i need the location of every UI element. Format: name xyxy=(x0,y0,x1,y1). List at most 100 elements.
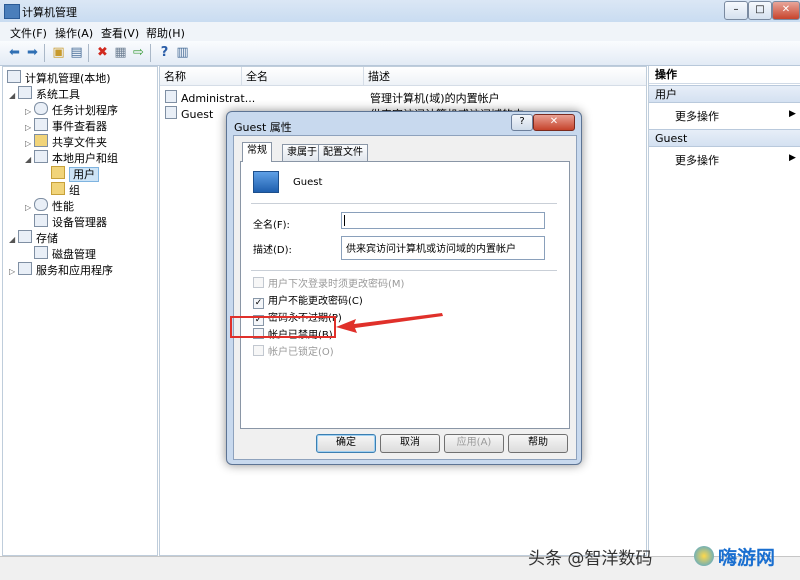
general-panel: Guest 全名(F): 描述(D): 供来宾访问计算机或访问域的内置帐户 用户… xyxy=(240,161,570,429)
more-actions-guest[interactable]: 更多操作 xyxy=(675,152,719,168)
highlight-box xyxy=(230,316,336,338)
divider xyxy=(251,270,557,271)
action-pane-icon[interactable]: ▥ xyxy=(174,44,191,61)
expanded-arrow-icon[interactable]: ◢ xyxy=(9,235,18,244)
toolbar: ⬅ ➡ ▣ ▤ ✖ ▦ ⇨ ? ▥ xyxy=(0,41,800,66)
collapsed-arrow-icon[interactable]: ▷ xyxy=(25,107,34,116)
checkbox-must-change-password[interactable]: 用户下次登录时须更改密码(M) xyxy=(253,275,404,290)
users-group-icon xyxy=(34,150,48,163)
properties-icon[interactable]: ▦ xyxy=(112,44,129,61)
menu-bar: 文件(F) 操作(A) 查看(V) 帮助(H) xyxy=(0,22,800,41)
tree-users[interactable]: 用户 xyxy=(51,166,99,182)
table-row[interactable]: Guest xyxy=(165,106,213,121)
tab-general[interactable]: 常规 xyxy=(242,142,272,162)
description-label: 描述(D): xyxy=(253,245,292,256)
tree-event-viewer[interactable]: ▷ 事件查看器 xyxy=(25,118,107,134)
help-button[interactable]: 帮助 xyxy=(508,434,568,453)
site-logo-icon xyxy=(694,546,714,566)
delete-icon[interactable]: ✖ xyxy=(94,44,111,61)
actions-section-guest[interactable]: Guest xyxy=(649,129,800,147)
computer-management-icon xyxy=(4,4,20,19)
device-manager-icon xyxy=(34,214,48,227)
storage-icon xyxy=(18,230,32,243)
text-caret xyxy=(344,215,345,226)
tree-system-tools[interactable]: ◢ 系统工具 xyxy=(9,86,80,102)
event-log-icon xyxy=(34,118,48,131)
tree-shared-folders[interactable]: ▷ 共享文件夹 xyxy=(25,134,107,150)
actions-pane: 操作 用户 更多操作 ▶ Guest 更多操作 ▶ xyxy=(648,66,800,554)
dialog-close-button[interactable]: ✕ xyxy=(533,114,575,131)
toolbar-separator xyxy=(44,44,45,62)
collapsed-arrow-icon[interactable]: ▷ xyxy=(25,123,34,132)
table-cell-description: 管理计算机(域)的内置帐户 xyxy=(370,92,500,105)
disk-icon xyxy=(34,246,48,259)
cancel-button[interactable]: 取消 xyxy=(380,434,440,453)
folder-icon xyxy=(51,182,65,195)
forward-icon[interactable]: ➡ xyxy=(24,44,41,61)
services-icon xyxy=(18,262,32,275)
actions-section-users[interactable]: 用户 xyxy=(649,85,800,103)
column-header-name[interactable]: 名称 xyxy=(160,67,242,86)
checkbox-account-locked[interactable]: 帐户已锁定(O) xyxy=(253,343,334,358)
tree-device-manager[interactable]: 设备管理器 xyxy=(34,214,107,230)
up-folder-icon[interactable]: ▣ xyxy=(50,44,67,61)
tree-performance[interactable]: ▷ 性能 xyxy=(25,198,74,214)
window-title: 计算机管理 xyxy=(22,6,77,19)
checkbox-box[interactable] xyxy=(253,345,264,356)
chevron-right-icon[interactable]: ▶ xyxy=(789,153,796,163)
menu-view[interactable]: 查看(V) xyxy=(101,25,139,41)
expanded-arrow-icon[interactable]: ◢ xyxy=(9,91,18,100)
collapsed-arrow-icon[interactable]: ▷ xyxy=(25,203,34,212)
dialog-body: 常规 隶属于 配置文件 Guest 全名(F): 描述(D): 供来宾访问计算机… xyxy=(233,135,577,460)
folder-icon xyxy=(51,166,65,179)
tab-profile[interactable]: 配置文件 xyxy=(318,144,368,161)
column-header-description[interactable]: 描述 xyxy=(364,67,646,86)
tree-local-users-groups[interactable]: ◢ 本地用户和组 xyxy=(25,150,118,166)
toolbar-separator xyxy=(88,44,89,62)
watermark-site: 嗨游网 xyxy=(718,547,776,569)
collapsed-arrow-icon[interactable]: ▷ xyxy=(25,139,34,148)
shared-folder-icon xyxy=(34,134,48,147)
column-header-fullname[interactable]: 全名 xyxy=(242,67,364,86)
maximize-button[interactable]: □ xyxy=(748,1,772,20)
apply-button[interactable]: 应用(A) xyxy=(444,434,504,453)
ok-button[interactable]: 确定 xyxy=(316,434,376,453)
divider xyxy=(251,203,557,204)
tree-task-scheduler[interactable]: ▷ 任务计划程序 xyxy=(25,102,118,118)
clock-icon xyxy=(34,102,48,115)
dialog-username: Guest xyxy=(293,177,323,188)
arrow-shape xyxy=(336,313,443,333)
fullname-input[interactable] xyxy=(341,212,545,229)
collapsed-arrow-icon[interactable]: ▷ xyxy=(9,267,18,276)
minimize-button[interactable]: – xyxy=(724,1,748,20)
description-input[interactable]: 供来宾访问计算机或访问域的内置帐户 xyxy=(341,236,545,260)
tree-disk-management[interactable]: 磁盘管理 xyxy=(34,246,96,262)
checkmark-icon[interactable]: ✓ xyxy=(253,298,264,309)
tree-root[interactable]: 计算机管理(本地) xyxy=(7,70,111,86)
table-row[interactable]: Administrat... xyxy=(165,90,255,105)
user-icon xyxy=(165,90,177,103)
tree-groups[interactable]: 组 xyxy=(51,182,80,198)
back-icon[interactable]: ⬅ xyxy=(6,44,23,61)
status-bar xyxy=(0,556,800,580)
more-actions-users[interactable]: 更多操作 xyxy=(675,108,719,124)
menu-help[interactable]: 帮助(H) xyxy=(146,25,185,41)
chevron-right-icon[interactable]: ▶ xyxy=(789,109,796,119)
show-hide-tree-icon[interactable]: ▤ xyxy=(68,44,85,61)
fullname-label: 全名(F): xyxy=(253,220,290,231)
close-button[interactable]: ✕ xyxy=(772,1,800,20)
menu-file[interactable]: 文件(F) xyxy=(10,25,47,41)
annotation-arrow xyxy=(336,313,443,333)
tree-services-apps[interactable]: ▷ 服务和应用程序 xyxy=(9,262,113,278)
expanded-arrow-icon[interactable]: ◢ xyxy=(25,155,34,164)
tree-storage[interactable]: ◢ 存储 xyxy=(9,230,58,246)
tools-icon xyxy=(18,86,32,99)
computer-icon xyxy=(7,70,21,83)
export-list-icon[interactable]: ⇨ xyxy=(130,44,147,61)
dialog-help-button[interactable]: ? xyxy=(511,114,533,131)
tab-member-of[interactable]: 隶属于 xyxy=(282,144,322,161)
menu-action[interactable]: 操作(A) xyxy=(55,25,93,41)
user-icon xyxy=(165,106,177,119)
help-icon[interactable]: ? xyxy=(156,44,173,61)
checkbox-box[interactable] xyxy=(253,277,264,288)
